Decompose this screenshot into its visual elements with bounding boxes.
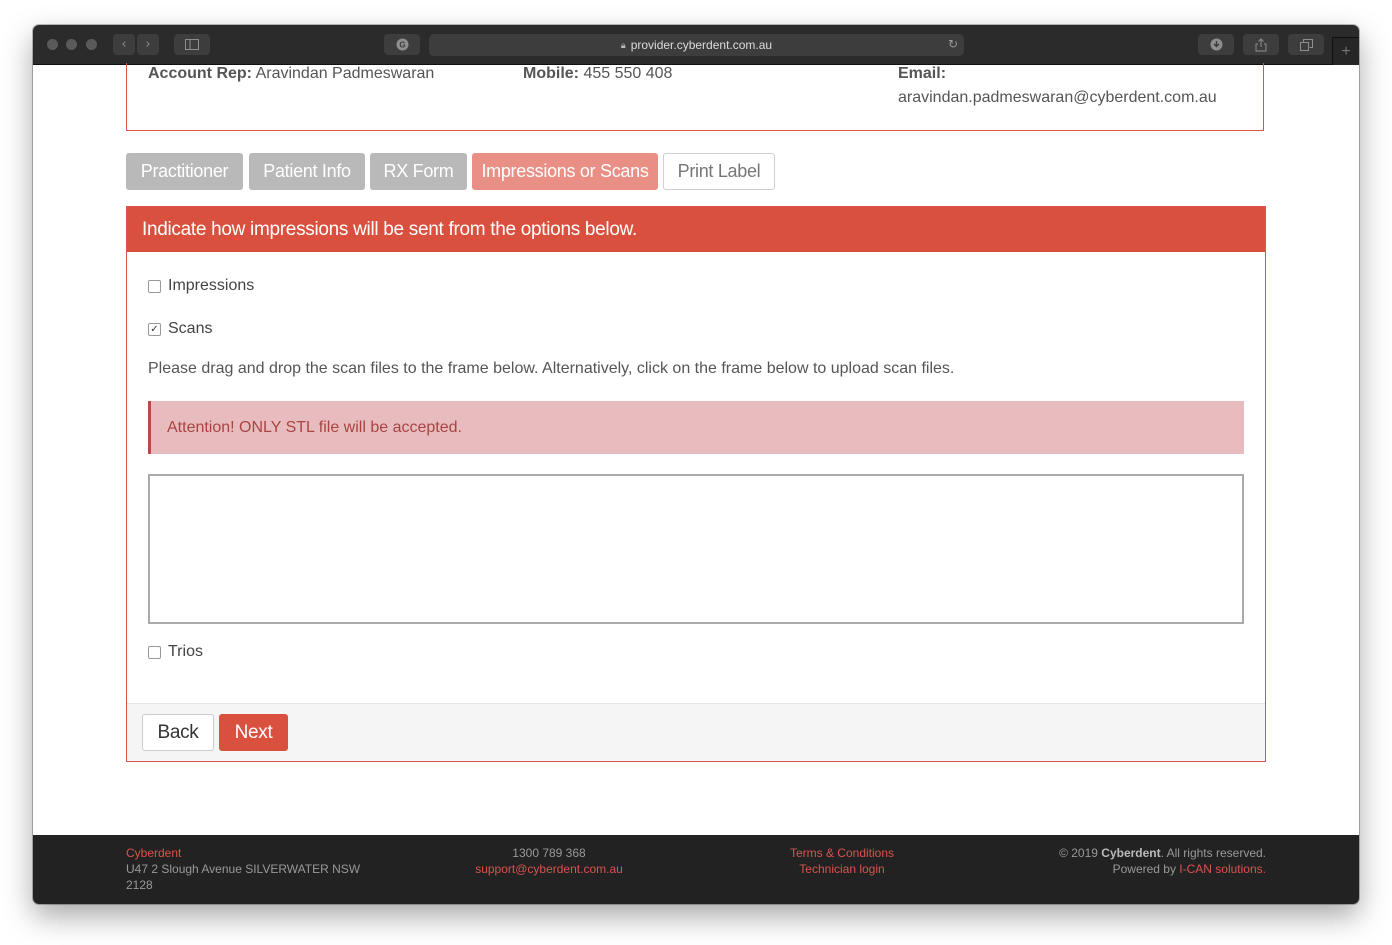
extension-icon[interactable]: G	[384, 34, 420, 55]
trios-checkbox[interactable]	[148, 645, 161, 659]
scans-option[interactable]: ✓ Scans	[148, 320, 212, 338]
scan-file-dropzone[interactable]	[148, 474, 1244, 624]
account-mobile: Mobile: 455 550 408	[523, 65, 672, 83]
technician-login-link[interactable]: Technician login	[799, 862, 884, 876]
next-button[interactable]: Next	[219, 714, 288, 751]
phone-number: 1300 789 368	[512, 846, 586, 860]
impressions-checkbox[interactable]	[148, 279, 161, 293]
tab-impressions-or-scans[interactable]: Impressions or Scans	[472, 153, 658, 190]
panel-heading: Indicate how impressions will be sent fr…	[127, 207, 1265, 252]
terms-link[interactable]: Terms & Conditions	[790, 846, 894, 860]
svg-text:G: G	[399, 41, 405, 50]
impressions-panel: Indicate how impressions will be sent fr…	[126, 206, 1266, 762]
account-info-box: Account Rep: Aravindan Padmeswaran Mobil…	[126, 63, 1264, 131]
scans-label: Scans	[168, 320, 213, 337]
panel-footer: Back Next	[127, 703, 1265, 761]
copyright-suffix: . All rights reserved.	[1160, 846, 1266, 860]
company-address: U47 2 Slough Avenue SILVERWATER NSW 2128	[126, 862, 361, 892]
sidebar-toggle-icon[interactable]	[174, 34, 210, 55]
url-text: provider.cyberdent.com.au	[630, 38, 773, 52]
mobile-label: Mobile:	[523, 65, 579, 82]
browser-window: ‹ › G 🔒︎ provider.cyberdent.com.au ↻ + A…	[33, 25, 1359, 904]
tabs-overview-icon[interactable]	[1288, 34, 1324, 55]
close-window-icon[interactable]	[47, 39, 58, 50]
tab-practitioner[interactable]: Practitioner	[126, 153, 243, 190]
company-link[interactable]: Cyberdent	[126, 846, 181, 860]
address-bar[interactable]: 🔒︎ provider.cyberdent.com.au ↻	[429, 34, 964, 56]
footer-company: Cyberdent U47 2 Slough Avenue SILVERWATE…	[126, 845, 376, 893]
copyright-prefix: © 2019	[1059, 846, 1102, 860]
download-icon[interactable]	[1198, 34, 1234, 55]
account-rep: Account Rep: Aravindan Padmeswaran	[148, 65, 434, 83]
trios-option[interactable]: Trios	[148, 643, 203, 661]
email-value: aravindan.padmeswaran@cyberdent.com.au	[898, 89, 1217, 106]
share-icon[interactable]	[1243, 34, 1279, 55]
back-button[interactable]: Back	[142, 714, 214, 751]
upload-instructions: Please drag and drop the scan files to t…	[148, 360, 955, 377]
forward-nav-icon[interactable]: ›	[137, 34, 159, 55]
tab-patient-info[interactable]: Patient Info	[249, 153, 365, 190]
impressions-label: Impressions	[168, 277, 255, 294]
trios-label: Trios	[168, 643, 203, 660]
tab-print-label[interactable]: Print Label	[663, 153, 775, 190]
browser-toolbar: ‹ › G 🔒︎ provider.cyberdent.com.au ↻ +	[33, 25, 1359, 65]
reload-icon[interactable]: ↻	[948, 37, 958, 51]
scans-checkbox[interactable]: ✓	[148, 322, 161, 336]
alert-text: Attention! ONLY STL file will be accepte…	[167, 418, 462, 436]
support-email-link[interactable]: support@cyberdent.com.au	[475, 862, 623, 876]
new-tab-icon[interactable]: +	[1332, 37, 1359, 65]
stl-alert: Attention! ONLY STL file will be accepte…	[148, 401, 1244, 454]
page-content: Account Rep: Aravindan Padmeswaran Mobil…	[33, 63, 1359, 835]
footer-contact: 1300 789 368 support@cyberdent.com.au	[449, 845, 649, 877]
site-footer: Cyberdent U47 2 Slough Avenue SILVERWATE…	[33, 835, 1359, 904]
tab-rx-form[interactable]: RX Form	[370, 153, 467, 190]
copyright-brand: Cyberdent	[1101, 846, 1161, 860]
email-label: Email:	[898, 65, 947, 82]
maximize-window-icon[interactable]	[86, 39, 97, 50]
account-rep-name: Aravindan Padmeswaran	[255, 65, 435, 82]
ican-solutions-link[interactable]: I-CAN solutions.	[1179, 862, 1266, 876]
footer-copyright: © 2019 Cyberdent. All rights reserved. P…	[966, 845, 1266, 877]
footer-links: Terms & Conditions Technician login	[742, 845, 942, 877]
impressions-option[interactable]: Impressions	[148, 277, 254, 295]
powered-by-prefix: Powered by	[1112, 862, 1180, 876]
back-nav-icon[interactable]: ‹	[113, 34, 135, 55]
minimize-window-icon[interactable]	[66, 39, 77, 50]
account-rep-label: Account Rep:	[148, 65, 252, 82]
lock-icon: 🔒︎	[620, 39, 626, 50]
mobile-value: 455 550 408	[583, 65, 673, 82]
